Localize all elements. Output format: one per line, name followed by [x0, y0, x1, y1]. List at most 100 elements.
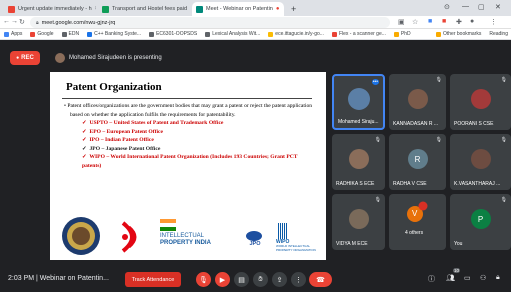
- profile-icon[interactable]: ⊙: [444, 3, 450, 11]
- browser-tab-mail[interactable]: Urgent update immediately - h ×: [4, 2, 96, 16]
- bookmark-other[interactable]: Other bookmarks: [436, 31, 481, 37]
- avatar: [470, 89, 491, 110]
- shared-slide: Patent Organization • Patent offices/org…: [50, 72, 326, 260]
- slide-list-item: ✓ EPO – European Patent Office: [82, 128, 164, 135]
- speaking-icon: •••: [371, 79, 379, 85]
- avatar: [407, 89, 428, 110]
- bookmark-lexical[interactable]: Lexical Analysis Wit...: [205, 31, 260, 37]
- folder-icon: [61, 31, 67, 37]
- participant-tile[interactable]: 🎙︎ KANNADASAN R ...: [389, 74, 446, 130]
- extension-icon[interactable]: ■: [442, 18, 446, 25]
- participant-count-badge: 10: [453, 268, 461, 273]
- maximize-icon[interactable]: ▢: [478, 3, 485, 11]
- avatar: P: [470, 209, 491, 230]
- browser-tab-meet[interactable]: Meet - Webinar on Patentin ● ×: [192, 2, 284, 16]
- people-icon[interactable]: 👥︎: [446, 274, 455, 282]
- google-icon: [30, 31, 36, 37]
- chat-icon[interactable]: ▭: [464, 274, 471, 282]
- avatar[interactable]: ●: [470, 18, 474, 25]
- participant-tile[interactable]: 🎙︎ RADHIKA S ECE: [332, 134, 385, 190]
- gmail-icon: [8, 5, 15, 13]
- participant-tile[interactable]: ••• Mohamed Siraju...: [332, 74, 385, 130]
- avatar: [348, 209, 369, 230]
- reading-list[interactable]: Reading: [489, 31, 511, 37]
- mic-off-icon: 🎙︎: [500, 77, 507, 83]
- page-icon: [205, 31, 211, 37]
- uspto-seal-icon: [62, 217, 100, 255]
- participant-tile[interactable]: 🎙︎ VIDYA M ECE: [332, 194, 385, 250]
- meeting-time-title: 2:03 PM | Webinar on Patentin...: [8, 275, 109, 282]
- raise-hand-button[interactable]: ✋︎: [253, 272, 268, 287]
- url-field[interactable]: 🔒︎ meet.google.com/nwu-gjnz-jrq: [30, 17, 390, 28]
- others-tile[interactable]: V 4 others: [389, 194, 446, 250]
- meet-stage: ● REC Mohamed Sirajudeen is presenting P…: [0, 40, 511, 267]
- slide-list-item: ✓ USPTO – United States of Patent and Tr…: [82, 120, 224, 126]
- slide-list-item: ✓ JPO – Japanese Patent Office: [82, 145, 161, 152]
- mic-off-icon: 🎙︎: [199, 276, 208, 284]
- camera-off-button[interactable]: ▶: [215, 272, 230, 287]
- lock-icon: 🔒︎: [36, 19, 39, 26]
- bookmarks-bar: Apps Google EDN C++ Banking Syste... EC6…: [0, 29, 511, 40]
- participant-tile[interactable]: 🎙︎ K.VASANTHARAJ ...: [450, 134, 511, 190]
- forward-icon[interactable]: →: [11, 18, 18, 25]
- captions-button[interactable]: ▤: [234, 272, 249, 287]
- meet-icon: [196, 5, 203, 13]
- page-icon: [87, 31, 93, 37]
- hand-icon: ✋︎: [258, 275, 263, 283]
- window-close-icon[interactable]: ✕: [495, 3, 501, 11]
- more-options-button[interactable]: ⋮: [291, 272, 306, 287]
- mic-off-icon: 🎙︎: [435, 77, 442, 83]
- avatar: [418, 201, 428, 211]
- slide-list-item: ✓ IPO – Indian Patent Office: [82, 137, 154, 143]
- slide-bullet: • Patent offices/organizations are the g…: [64, 103, 313, 118]
- browser-tab-drive[interactable]: Transport and Hostel fees paid ×: [98, 2, 190, 16]
- puzzle-icon[interactable]: ✚: [456, 18, 462, 26]
- extension-icon[interactable]: ■: [428, 18, 432, 25]
- close-icon[interactable]: ×: [95, 6, 96, 12]
- apps-icon: [4, 31, 9, 37]
- menu-icon[interactable]: ⋮: [490, 18, 497, 26]
- present-button[interactable]: ⇪: [272, 272, 287, 287]
- end-call-icon: ☎: [316, 276, 325, 284]
- leave-call-button[interactable]: ☎: [309, 272, 332, 287]
- camera-icon[interactable]: ▣: [398, 18, 405, 26]
- mic-off-button[interactable]: 🎙︎: [196, 272, 211, 287]
- bookmark-google[interactable]: Google: [30, 31, 54, 37]
- ipo-india-logo: INTELLECTUAL PROPERTY INDIA: [160, 219, 232, 255]
- bookmark-apps[interactable]: Apps: [4, 31, 22, 37]
- activities-icon[interactable]: ⚇: [480, 274, 486, 282]
- reload-icon[interactable]: ↻: [19, 18, 25, 26]
- lock-icon[interactable]: 🔒︎: [496, 274, 500, 282]
- page-icon: [268, 31, 274, 37]
- folder-icon: [393, 31, 399, 37]
- minimize-icon[interactable]: —: [462, 3, 469, 10]
- presenter-banner: Mohamed Sirajudeen is presenting: [55, 53, 162, 63]
- bookmark-phd[interactable]: PhD: [393, 31, 411, 37]
- folder-icon: [436, 31, 441, 37]
- back-icon[interactable]: ←: [3, 18, 10, 25]
- bookmark-ece[interactable]: ece.ittagucie.in/y-go...: [268, 31, 324, 37]
- more-vert-icon: ⋮: [295, 276, 302, 284]
- info-icon[interactable]: ⓘ: [428, 274, 435, 284]
- participant-tile[interactable]: R 🎙︎ RADHA V CSE: [389, 134, 446, 190]
- bookmark-flex[interactable]: Flex - a scanner ge...: [331, 31, 386, 37]
- camera-off-icon: ▶: [219, 276, 226, 284]
- new-tab-button[interactable]: +: [287, 2, 301, 16]
- star-icon[interactable]: ☆: [412, 18, 418, 26]
- jpo-logo: JPO: [242, 231, 268, 247]
- track-attendance-button[interactable]: Track Attendance: [125, 272, 181, 287]
- avatar: [347, 88, 370, 111]
- bookmark-banking[interactable]: C++ Banking Syste...: [87, 31, 141, 37]
- participant-tile[interactable]: 🎙︎ POORANI S CSE: [450, 74, 511, 130]
- wipo-logo: WIPO WORLD INTELLECTUAL PROPERTY ORGANIZ…: [276, 223, 320, 252]
- slide-logos: INTELLECTUAL PROPERTY INDIA JPO WIPO WOR…: [60, 215, 320, 257]
- sheet-icon: [102, 5, 109, 13]
- avatar: [55, 53, 65, 63]
- wipo-mark-icon: [278, 223, 288, 239]
- bookmark-ec6301[interactable]: EC6301-OOPSDS: [149, 31, 197, 37]
- epo-logo-icon: [121, 221, 137, 253]
- flag-icon: [160, 219, 176, 231]
- bookmark-edn[interactable]: EDN: [61, 31, 79, 37]
- self-tile[interactable]: P 🎙︎ You: [450, 194, 511, 250]
- slide-title: Patent Organization: [66, 81, 162, 93]
